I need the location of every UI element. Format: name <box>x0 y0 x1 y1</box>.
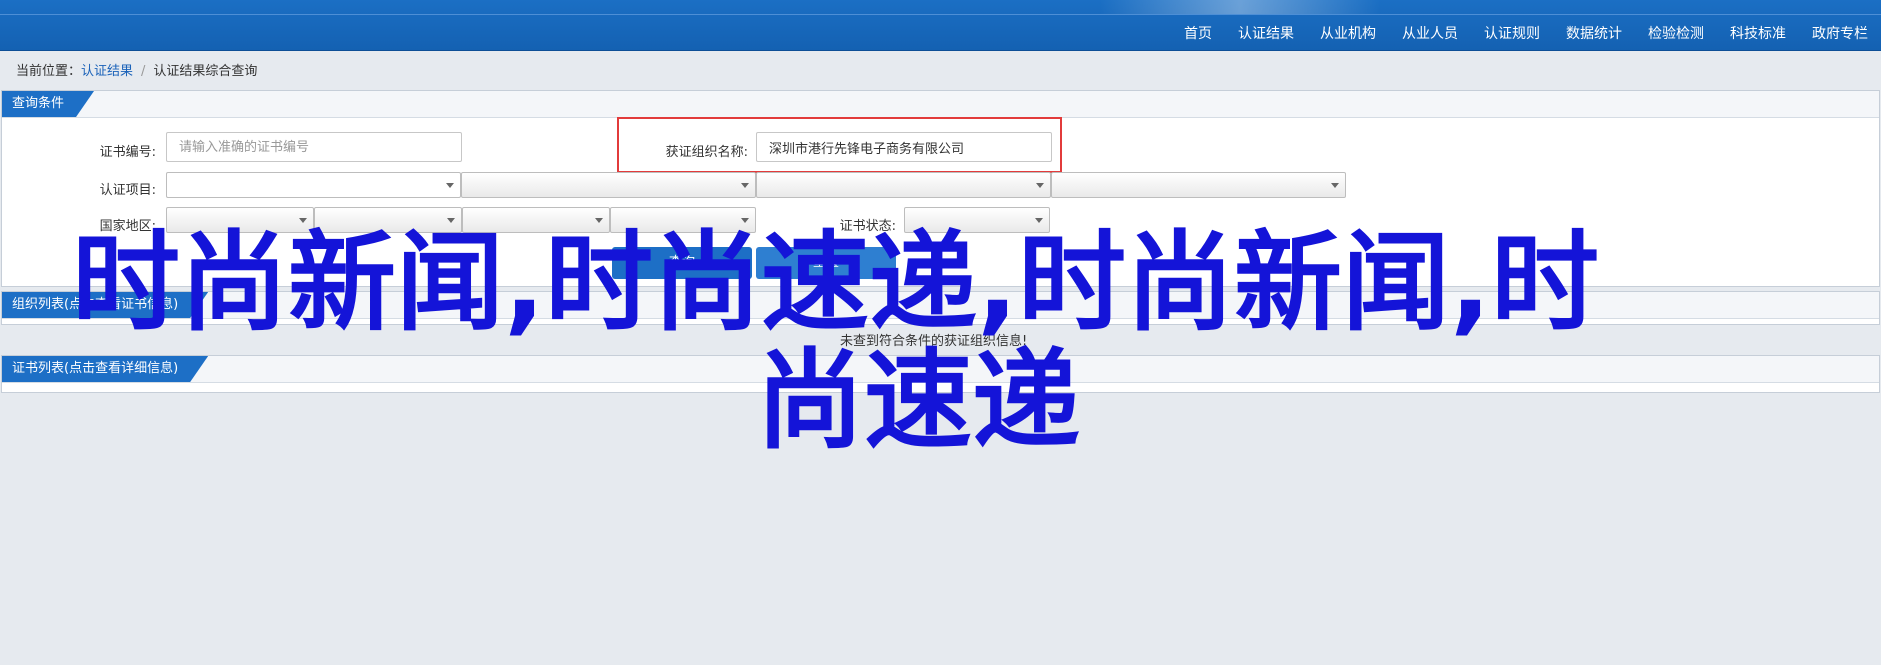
nav-tech-standards[interactable]: 科技标准 <box>1717 23 1799 43</box>
org-empty-message: 未查到符合条件的获证组织信息! <box>840 334 1028 349</box>
region-select-3[interactable] <box>462 207 610 233</box>
cert-no-label: 证书编号: <box>99 145 156 160</box>
query-panel-title: 查询条件 <box>2 91 94 117</box>
chevron-down-icon <box>595 218 603 223</box>
highlight-box <box>617 117 1062 173</box>
cert-list-panel: 证书列表(点击查看详细信息) <box>1 355 1880 393</box>
nav-home[interactable]: 首页 <box>1171 23 1225 43</box>
nav-statistics[interactable]: 数据统计 <box>1553 23 1635 43</box>
cert-project-label: 认证项目: <box>99 183 156 198</box>
nav-institutions[interactable]: 从业机构 <box>1307 23 1389 43</box>
breadcrumb-prefix: 当前位置： <box>16 64 82 79</box>
cert-project-select-1[interactable] <box>166 172 461 198</box>
cert-status-select[interactable] <box>904 207 1050 233</box>
cert-no-input[interactable] <box>166 132 462 162</box>
org-list-title[interactable]: 组织列表(点击查看证书信息) <box>2 292 208 318</box>
cert-list-title[interactable]: 证书列表(点击查看详细信息) <box>2 356 208 382</box>
region-label: 国家地区: <box>99 219 156 234</box>
reset-button[interactable]: 重置 <box>756 247 896 279</box>
cert-status-label: 证书状态: <box>839 219 896 234</box>
chevron-down-icon <box>1036 183 1044 188</box>
header-divider <box>0 14 1881 15</box>
chevron-down-icon <box>1331 183 1339 188</box>
breadcrumb: 当前位置：认证结果 / 认证结果综合查询 <box>16 60 257 79</box>
breadcrumb-link-cert-results[interactable]: 认证结果 <box>81 64 133 79</box>
nav-practitioners[interactable]: 从业人员 <box>1389 23 1471 43</box>
region-select-4[interactable] <box>610 207 756 233</box>
region-select-2[interactable] <box>314 207 462 233</box>
nav-cert-results[interactable]: 认证结果 <box>1225 23 1307 43</box>
chevron-down-icon <box>299 218 307 223</box>
chevron-down-icon <box>741 218 749 223</box>
query-button[interactable]: 查询 <box>612 247 752 279</box>
cert-project-select-4[interactable] <box>1051 172 1346 198</box>
top-nav-bar: 首页 认证结果 从业机构 从业人员 认证规则 数据统计 检验检测 科技标准 政府… <box>0 0 1881 51</box>
breadcrumb-separator: / <box>141 64 146 79</box>
org-list-header: 组织列表(点击查看证书信息) <box>2 292 1879 319</box>
nav-government[interactable]: 政府专栏 <box>1799 23 1881 43</box>
chevron-down-icon <box>447 218 455 223</box>
nav-cert-rules[interactable]: 认证规则 <box>1471 23 1553 43</box>
chevron-down-icon <box>446 183 454 188</box>
breadcrumb-current: 认证结果综合查询 <box>153 64 258 79</box>
query-panel-header: 查询条件 <box>2 91 1879 118</box>
chevron-down-icon <box>1035 218 1043 223</box>
header-decoration <box>1100 0 1380 14</box>
chevron-down-icon <box>741 183 749 188</box>
cert-project-select-2[interactable] <box>461 172 756 198</box>
org-list-panel: 组织列表(点击查看证书信息) <box>1 291 1880 325</box>
region-select-1[interactable] <box>166 207 314 233</box>
nav-inspection[interactable]: 检验检测 <box>1635 23 1717 43</box>
cert-project-select-3[interactable] <box>756 172 1051 198</box>
main-nav: 首页 认证结果 从业机构 从业人员 认证规则 数据统计 检验检测 科技标准 政府… <box>1171 16 1881 50</box>
cert-list-header: 证书列表(点击查看详细信息) <box>2 356 1879 383</box>
